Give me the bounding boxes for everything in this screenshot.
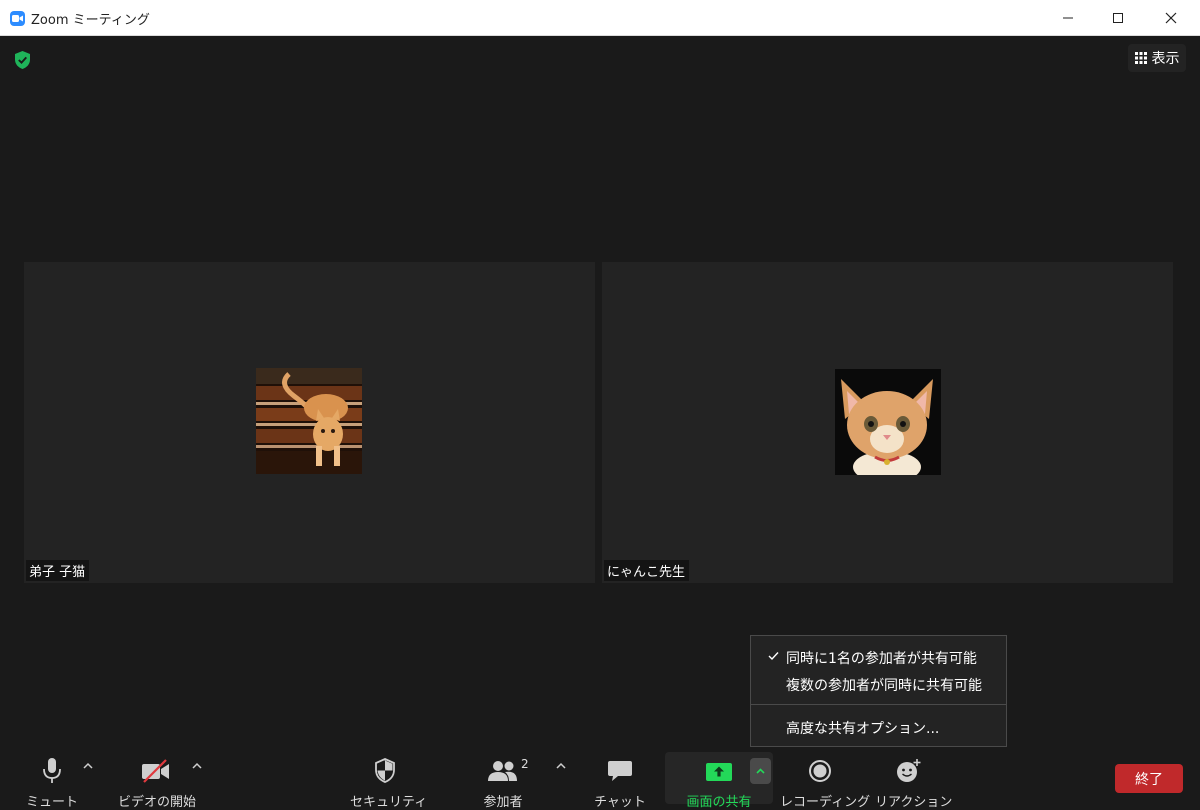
participants-label: 参加者 [483,795,523,810]
chat-bubble-icon [608,761,632,781]
participant-avatar [835,369,941,475]
view-label: 表示 [1151,51,1180,67]
window-titlebar: Zoom ミーティング [0,0,1200,36]
mute-label: ミュート [25,795,78,810]
microphone-icon [43,758,61,783]
participants-options-chevron-up-icon[interactable] [555,761,567,771]
chat-label: チャット [594,795,646,810]
reactions-label: リアクション [875,795,953,810]
meeting-area: 表示 弟子 子猫 にゃんこ先生 同時に1名の参加者が共有可能 複数の参加者が同時… [0,36,1200,810]
minimize-icon [1063,17,1073,19]
participants-icon [488,761,517,781]
video-options-chevron-up-icon[interactable] [191,761,203,771]
minimize-button[interactable] [1042,0,1094,36]
menu-item-advanced-share[interactable]: 高度な共有オプション... [786,718,939,738]
start-video-button[interactable]: ビデオの開始 [118,754,197,810]
share-options-toggle[interactable] [750,758,771,784]
checkmark-icon [768,652,779,661]
emoji-plus-icon [897,759,921,782]
share-options-menu: 同時に1名の参加者が共有可能 複数の参加者が同時に共有可能 高度な共有オプション… [750,635,1007,747]
close-icon [1165,12,1177,24]
recording-label: レコーディング [780,795,871,810]
reactions-button[interactable]: リアクション [875,754,953,810]
grid-icon [1134,52,1147,64]
menu-item-single-share[interactable]: 同時に1名の参加者が共有可能 [786,648,977,668]
close-window-button[interactable] [1145,0,1197,36]
encryption-shield-icon[interactable] [13,50,32,70]
share-screen-button[interactable]: 画面の共有 [681,754,757,810]
participant-tile[interactable]: 弟子 子猫 [24,262,595,583]
security-label: セキュリティ [350,795,428,810]
menu-divider [751,704,1006,705]
end-meeting-button[interactable]: 終了 [1115,764,1183,793]
participant-count: 2 [521,757,529,771]
participant-name: 弟子 子猫 [26,560,90,581]
video-off-icon [142,759,169,783]
maximize-icon [1113,13,1123,23]
share-screen-icon [706,763,732,781]
participant-tile[interactable]: にゃんこ先生 [602,262,1173,583]
window-title: Zoom ミーティング [31,13,150,28]
maximize-button[interactable] [1092,0,1144,36]
menu-item-multi-share[interactable]: 複数の参加者が同時に共有可能 [786,675,982,695]
participant-name: にゃんこ先生 [604,560,690,581]
zoom-app-icon [10,11,25,26]
view-layout-button[interactable]: 表示 [1128,44,1186,72]
participants-button[interactable]: 2 参加者 [472,754,534,810]
mute-button[interactable]: ミュート [22,754,82,810]
share-screen-label: 画面の共有 [686,795,752,810]
chat-button[interactable]: チャット [592,754,648,810]
start-video-label: ビデオの開始 [118,795,197,810]
record-icon [809,760,831,782]
share-options-chevron-up-icon [756,767,765,774]
participant-avatar [256,368,362,474]
security-button[interactable]: セキュリティ [350,754,428,810]
security-shield-icon [375,758,395,783]
recording-button[interactable]: レコーディング [780,754,871,810]
audio-options-chevron-up-icon[interactable] [82,761,94,771]
